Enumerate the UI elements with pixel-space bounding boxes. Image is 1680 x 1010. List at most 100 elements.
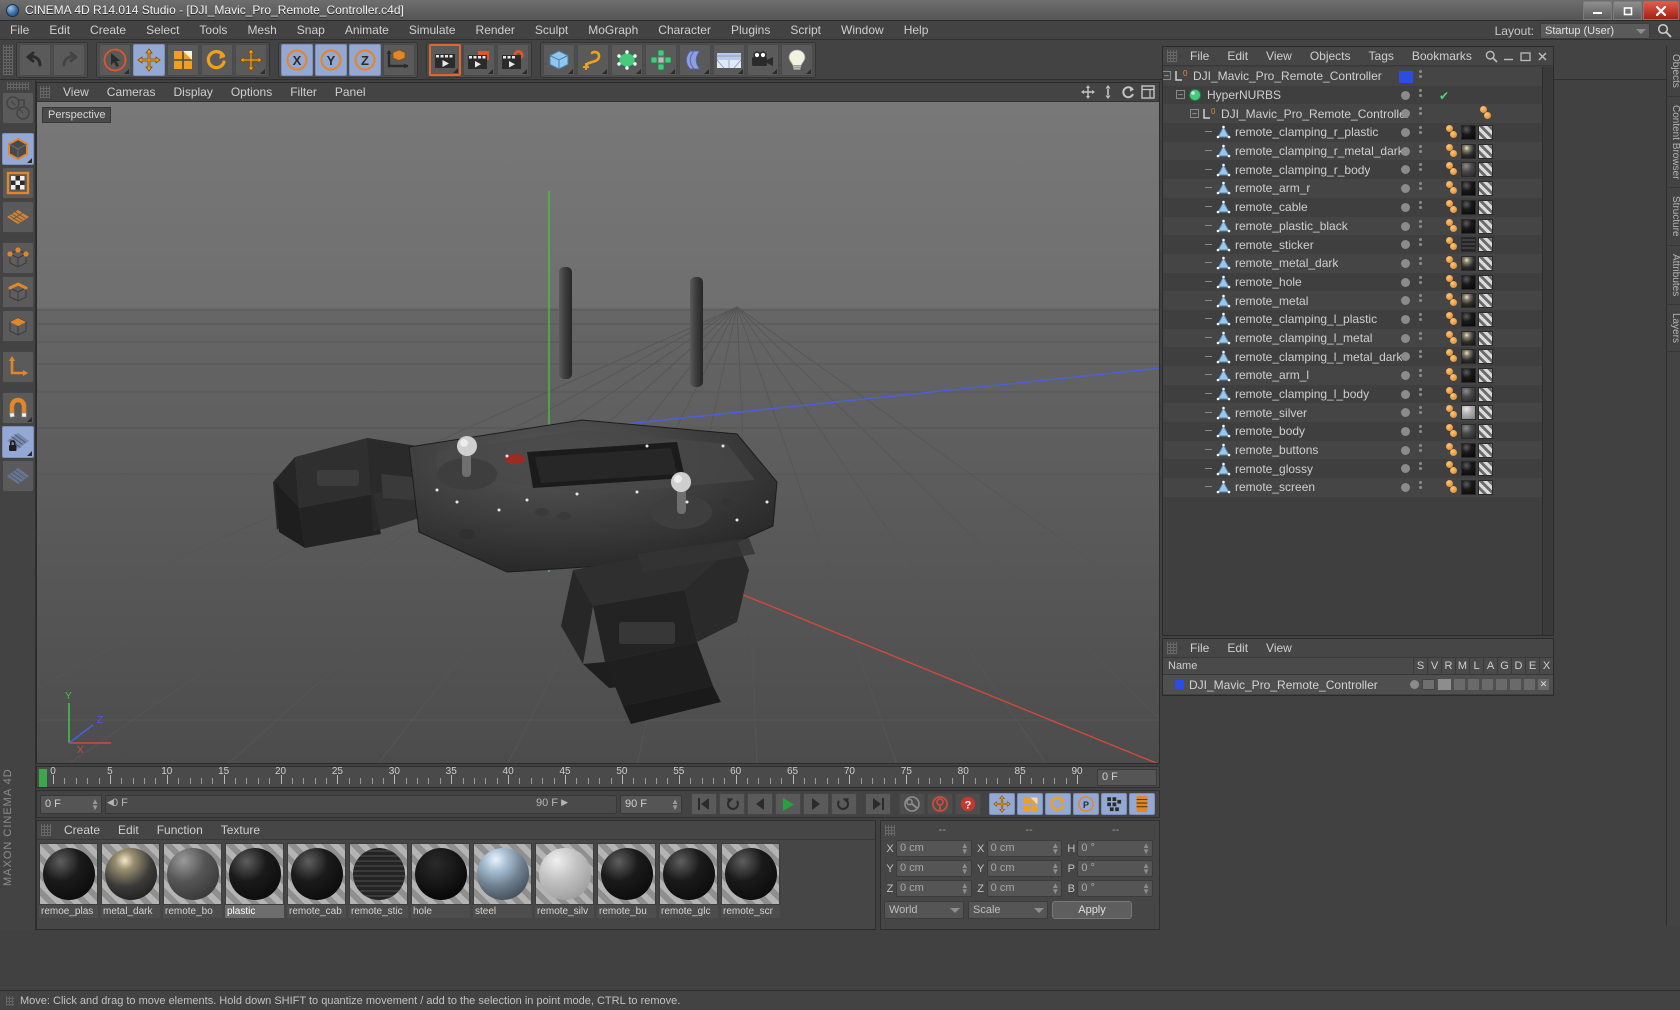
close-button[interactable]	[1643, 1, 1679, 20]
texture-tag-icon[interactable]	[1478, 255, 1493, 271]
material-tag-icon[interactable]	[1461, 293, 1476, 309]
go-to-end-button[interactable]	[865, 793, 891, 815]
object-row[interactable]: remote_screen	[1163, 478, 1553, 497]
material-cell[interactable]: plastic	[225, 843, 285, 918]
texture-tag-icon[interactable]	[1478, 480, 1493, 496]
material-tag-icon[interactable]	[1461, 125, 1476, 141]
coord-field-pos-z[interactable]: 0 cm ▲ ▼	[896, 880, 972, 897]
coord-field-size-y[interactable]: 0 cm ▲ ▼	[986, 860, 1063, 877]
dock-tab-structure[interactable]: Structure	[1667, 188, 1680, 246]
object-row[interactable]: remote_cable	[1163, 197, 1553, 217]
object-row[interactable]: remote_body	[1163, 422, 1553, 441]
object-row[interactable]: – 0 DJI_Mavic_Pro_Remote_Controller	[1163, 104, 1553, 124]
object-row[interactable]: remote_clamping_r_body	[1163, 160, 1553, 180]
object-row[interactable]: remote_metal	[1163, 291, 1553, 310]
material-preview[interactable]	[349, 843, 408, 905]
left-palette-grip[interactable]	[6, 82, 29, 90]
object-menu-objects[interactable]: Objects	[1301, 49, 1360, 63]
menu-window[interactable]: Window	[831, 21, 894, 40]
coordinate-mode-dropdown[interactable]: Scale	[968, 901, 1048, 919]
object-row[interactable]: remote_clamping_l_metal	[1163, 328, 1553, 348]
visibility-dots-icon[interactable]	[1419, 275, 1433, 284]
menu-edit[interactable]: Edit	[39, 21, 80, 40]
visibility-dots-icon[interactable]	[1419, 406, 1433, 415]
axis-mode-button[interactable]	[1, 351, 34, 383]
material-cell[interactable]: remoe_plas	[39, 843, 99, 918]
tree-expander[interactable]: –	[1163, 71, 1171, 81]
material-preview[interactable]	[535, 843, 594, 905]
go-to-start-button[interactable]	[691, 793, 717, 815]
visibility-dot-icon[interactable]	[1401, 408, 1410, 418]
visibility-dots-icon[interactable]	[1419, 350, 1433, 359]
polygon-object-icon[interactable]	[1215, 256, 1232, 270]
coord-field-pos-y[interactable]: 0 cm ▲ ▼	[896, 860, 972, 877]
visibility-dots-icon[interactable]	[1419, 462, 1433, 471]
dock-tab-objects[interactable]: Objects	[1667, 46, 1680, 97]
texture-tag-icon[interactable]	[1478, 143, 1493, 159]
toolbar-grip[interactable]	[3, 44, 13, 75]
xref-toggle-icon[interactable]: ✕	[1538, 679, 1549, 690]
object-name-label[interactable]: remote_glossy	[1235, 462, 1313, 476]
material-cell[interactable]: hole	[411, 843, 471, 918]
dock-tab-attributes[interactable]: Attributes	[1667, 246, 1680, 306]
visibility-dot-icon[interactable]	[1401, 389, 1410, 399]
visibility-dot-icon[interactable]	[1401, 296, 1410, 306]
polygon-object-icon[interactable]	[1215, 331, 1232, 345]
dock-tab-layers[interactable]: Layers	[1667, 305, 1680, 353]
coordinate-system-dropdown[interactable]: World	[884, 901, 964, 919]
visibility-dots-icon[interactable]	[1419, 182, 1433, 191]
spinner-icon[interactable]: ▲ ▼	[91, 797, 99, 811]
material-tag-icon[interactable]	[1461, 424, 1476, 440]
play-button[interactable]	[775, 793, 801, 815]
object-menu-view[interactable]: View	[1257, 49, 1301, 63]
move-tool[interactable]	[133, 43, 165, 76]
object-name-label[interactable]: remote_body	[1235, 424, 1305, 438]
object-name-label[interactable]: remote_cable	[1235, 200, 1308, 214]
material-preview[interactable]	[163, 843, 222, 905]
texture-tag-icon[interactable]	[1478, 330, 1493, 346]
coord-field-size-z[interactable]: 0 cm ▲ ▼	[986, 880, 1063, 897]
start-frame-field[interactable]: 0 F ▲ ▼	[40, 794, 102, 814]
spinner-icon[interactable]: ▲ ▼	[1142, 882, 1150, 896]
menu-help[interactable]: Help	[894, 21, 939, 40]
texture-tag-icon[interactable]	[1478, 368, 1493, 383]
object-name-label[interactable]: remote_metal_dark	[1235, 256, 1338, 270]
polygon-object-icon[interactable]	[1215, 480, 1232, 494]
menu-snap[interactable]: Snap	[287, 21, 335, 40]
object-name-label[interactable]: remote_buttons	[1235, 443, 1318, 457]
material-cell[interactable]: remote_bo	[163, 843, 223, 918]
visibility-dots-icon[interactable]	[1419, 163, 1433, 172]
coord-field-rot-p[interactable]: 0 ° ▲ ▼	[1077, 860, 1154, 877]
attribute-column-a[interactable]: A	[1483, 657, 1497, 675]
polygon-object-icon[interactable]	[1215, 387, 1232, 401]
viewport-panel[interactable]: View Cameras Display Options Filter Pane…	[36, 82, 1160, 764]
phong-tag-icon[interactable]	[1445, 218, 1459, 234]
visibility-dot-icon[interactable]	[1401, 277, 1410, 287]
texture-tag-icon[interactable]	[1478, 461, 1493, 477]
object-row[interactable]: remote_arm_l	[1163, 366, 1553, 385]
object-name-label[interactable]: remote_clamping_l_metal	[1235, 331, 1372, 345]
menu-sculpt[interactable]: Sculpt	[525, 21, 578, 40]
visibility-dot-icon[interactable]	[1401, 445, 1410, 455]
polygon-object-icon[interactable]	[1215, 219, 1232, 233]
visibility-dots-icon[interactable]	[1419, 387, 1433, 396]
viewport-menu-cameras[interactable]: Cameras	[98, 83, 165, 102]
phong-tag-icon[interactable]	[1445, 274, 1459, 290]
maximize-panel-icon[interactable]	[1519, 50, 1532, 63]
menu-character[interactable]: Character	[648, 21, 721, 40]
autokeying-button[interactable]	[927, 793, 953, 815]
attribute-column-name[interactable]: Name	[1163, 660, 1413, 672]
spinner-icon[interactable]: ▲ ▼	[1051, 882, 1059, 896]
object-name-label[interactable]: remote_metal	[1235, 294, 1308, 308]
scrubber-right-arrow-icon[interactable]: ▶	[561, 797, 568, 808]
object-name-label[interactable]: remote_screen	[1235, 480, 1315, 494]
material-manager-grip[interactable]	[41, 824, 51, 836]
material-cell[interactable]: steel	[473, 843, 533, 918]
visibility-dots-icon[interactable]	[1419, 256, 1433, 265]
object-name-label[interactable]: remote_arm_l	[1235, 368, 1309, 382]
material-preview[interactable]	[287, 843, 346, 905]
viewport-menu-filter[interactable]: Filter	[281, 83, 326, 102]
material-tag-icon[interactable]	[1461, 162, 1476, 178]
object-row[interactable]: remote_clamping_l_plastic	[1163, 309, 1553, 329]
visibility-dots-icon[interactable]	[1419, 238, 1433, 247]
